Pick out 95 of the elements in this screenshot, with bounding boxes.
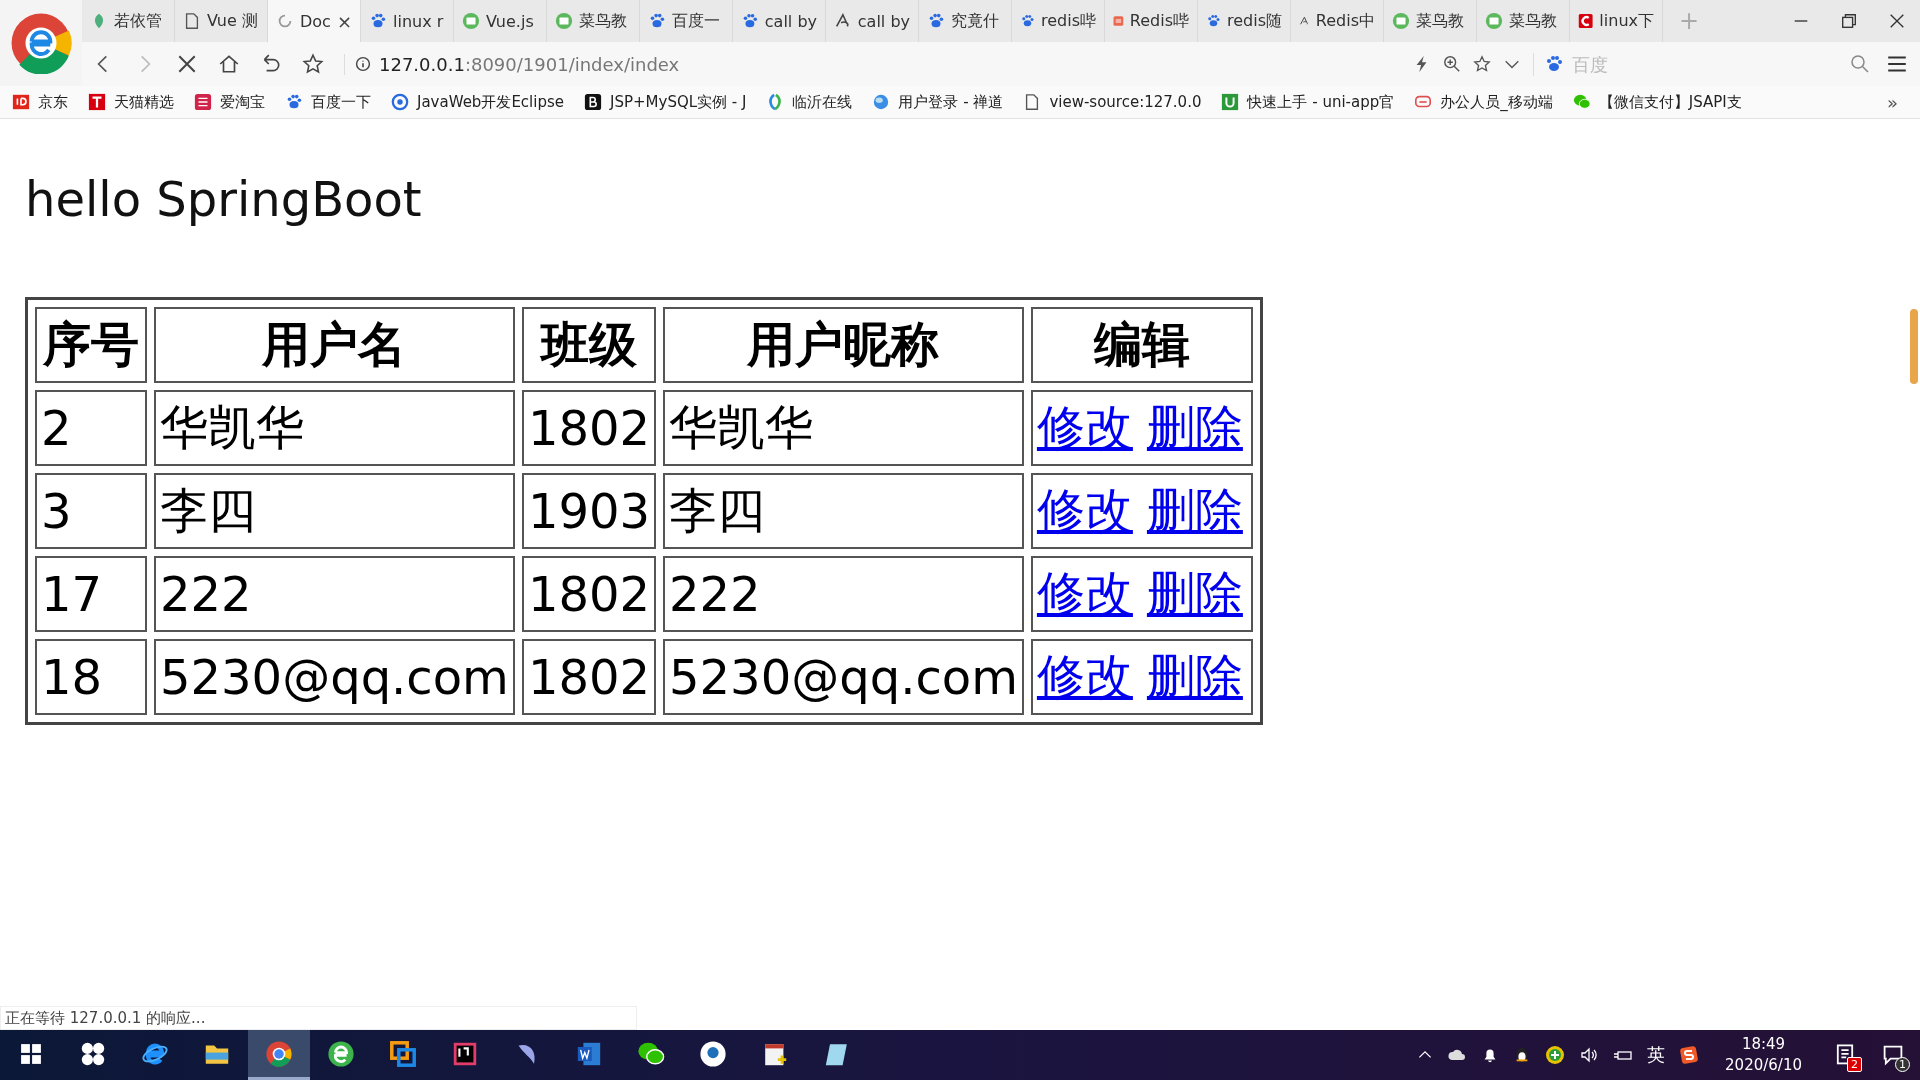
column-header: 用户昵称 [663, 307, 1024, 383]
restore-icon[interactable] [1840, 12, 1858, 30]
square-icon [194, 93, 212, 111]
table-cell: 1802 [521, 390, 657, 466]
bookmark-link[interactable]: 临沂在线 [766, 92, 853, 112]
table-cell: 李四 [663, 473, 1024, 549]
table-cell: 2 [35, 390, 147, 466]
table-cell: 1802 [521, 639, 657, 715]
document-icon [183, 12, 201, 30]
chat-bubbles-icon [1572, 93, 1591, 111]
search-field[interactable]: 百度 [1570, 52, 1844, 76]
s-logo-icon[interactable] [1679, 1045, 1700, 1065]
table-cell: 18 [35, 639, 147, 715]
table-cell: 5230@qq.com [663, 639, 1024, 715]
square-t-icon [88, 93, 106, 111]
close-tab-button[interactable]: × [336, 10, 352, 32]
scrollbar-thumb[interactable] [1910, 309, 1918, 384]
message-icon[interactable] [1881, 1043, 1905, 1067]
action-link[interactable]: 删除 [1146, 648, 1243, 704]
clock-date[interactable]: 2020/6/10 [1725, 1055, 1802, 1076]
ring-icon [391, 93, 409, 111]
clock-time[interactable]: 18:49 [1741, 1034, 1786, 1055]
plus-circle-icon[interactable] [1545, 1045, 1566, 1065]
table-cell: 李四 [154, 473, 515, 549]
star-icon[interactable] [302, 53, 324, 75]
column-header: 序号 [35, 307, 147, 383]
table-cell: 17 [35, 556, 147, 632]
bookmark-link[interactable]: 百度一下 [285, 92, 371, 112]
table-cell: 华凯华 [154, 390, 515, 466]
search-icon[interactable] [1850, 54, 1870, 74]
bookmark-link[interactable]: 天猫精选 [88, 92, 174, 112]
squares-icon [389, 1039, 417, 1068]
code-icon [1392, 12, 1410, 30]
bookmark-link[interactable]: JavaWeb开发Eclipse [391, 92, 564, 112]
browser-logo-icon [265, 1039, 293, 1068]
action-link[interactable]: 删除 [1146, 399, 1243, 455]
jd-logo-icon [12, 93, 30, 111]
notification-badge: 2 [1847, 1057, 1862, 1072]
zoom-icon[interactable] [1443, 55, 1461, 73]
square-b-icon [584, 93, 602, 111]
code-icon [555, 12, 573, 30]
paw-icon [741, 12, 759, 30]
info-icon [355, 56, 371, 72]
speaker-icon[interactable] [1579, 1045, 1600, 1065]
paw-icon [1544, 54, 1564, 74]
paw-icon [648, 12, 666, 30]
stop-icon[interactable] [176, 53, 198, 75]
windows-icon [20, 1042, 42, 1065]
action-link[interactable]: 修改 [1036, 565, 1133, 621]
bookmark-link[interactable]: 用户登录 - 禅道 [872, 92, 1004, 112]
table-cell: 1802 [521, 556, 657, 632]
action-link[interactable]: 修改 [1036, 482, 1133, 538]
bookmark-link[interactable]: view-source:127.0.0 [1023, 93, 1202, 111]
e-logo-icon [327, 1039, 355, 1068]
browser-tab[interactable]: Doc × [268, 0, 361, 42]
bookmark-link[interactable]: 【微信支付】JSAPI支 [1572, 92, 1742, 112]
bookmark-link[interactable]: 快速上手 - uni-app官 [1221, 92, 1395, 112]
action-link[interactable]: 修改 [1036, 648, 1133, 704]
bookmark-link[interactable]: 京东 [12, 92, 68, 112]
action-link[interactable]: 删除 [1146, 482, 1243, 538]
table-cell: 222 [154, 556, 515, 632]
table-cell: 华凯华 [663, 390, 1024, 466]
menu-icon[interactable] [1886, 53, 1908, 75]
table-cell: 1903 [521, 473, 657, 549]
bookmark-link[interactable]: JSP+MySQL实例 - J [584, 92, 747, 112]
bookmark-link[interactable]: 办公人员_移动端 [1414, 92, 1553, 112]
star-icon[interactable] [1473, 55, 1491, 73]
loading-icon [276, 12, 294, 30]
paw-icon [285, 93, 303, 111]
home-icon[interactable] [218, 53, 240, 75]
code-icon [462, 12, 480, 30]
action-link[interactable]: 删除 [1146, 565, 1243, 621]
bookmark-link[interactable]: 爱淘宝 [194, 92, 265, 112]
table-cell: 3 [35, 473, 147, 549]
globe-icon [872, 93, 891, 111]
table-cell: 222 [663, 556, 1024, 632]
table-cell: 5230@qq.com [154, 639, 515, 715]
code-icon [1485, 12, 1503, 30]
page-heading: hello SpringBoot [25, 170, 423, 229]
address-field[interactable]: 127.0.0.1:8090/1901/index/index [344, 53, 1393, 75]
action-link[interactable]: 修改 [1036, 399, 1133, 455]
close-icon[interactable] [1888, 12, 1906, 30]
round-logo-icon [699, 1039, 727, 1068]
browser-logo-icon[interactable] [10, 12, 72, 74]
input-method-indicator[interactable]: 英 [1647, 1043, 1666, 1067]
square-u-icon [1221, 93, 1240, 111]
column-header: 编辑 [1030, 307, 1253, 383]
column-header: 班级 [521, 307, 657, 383]
paw-icon [369, 12, 387, 30]
c-icon [1578, 12, 1594, 30]
paw-icon [927, 12, 945, 30]
message-badge: 1 [1895, 1057, 1910, 1072]
more-bookmarks-button[interactable]: » [1887, 91, 1908, 113]
column-header: 用户名 [154, 307, 515, 383]
status-text: 正在等待 127.0.0.1 的响应... [0, 1006, 637, 1030]
